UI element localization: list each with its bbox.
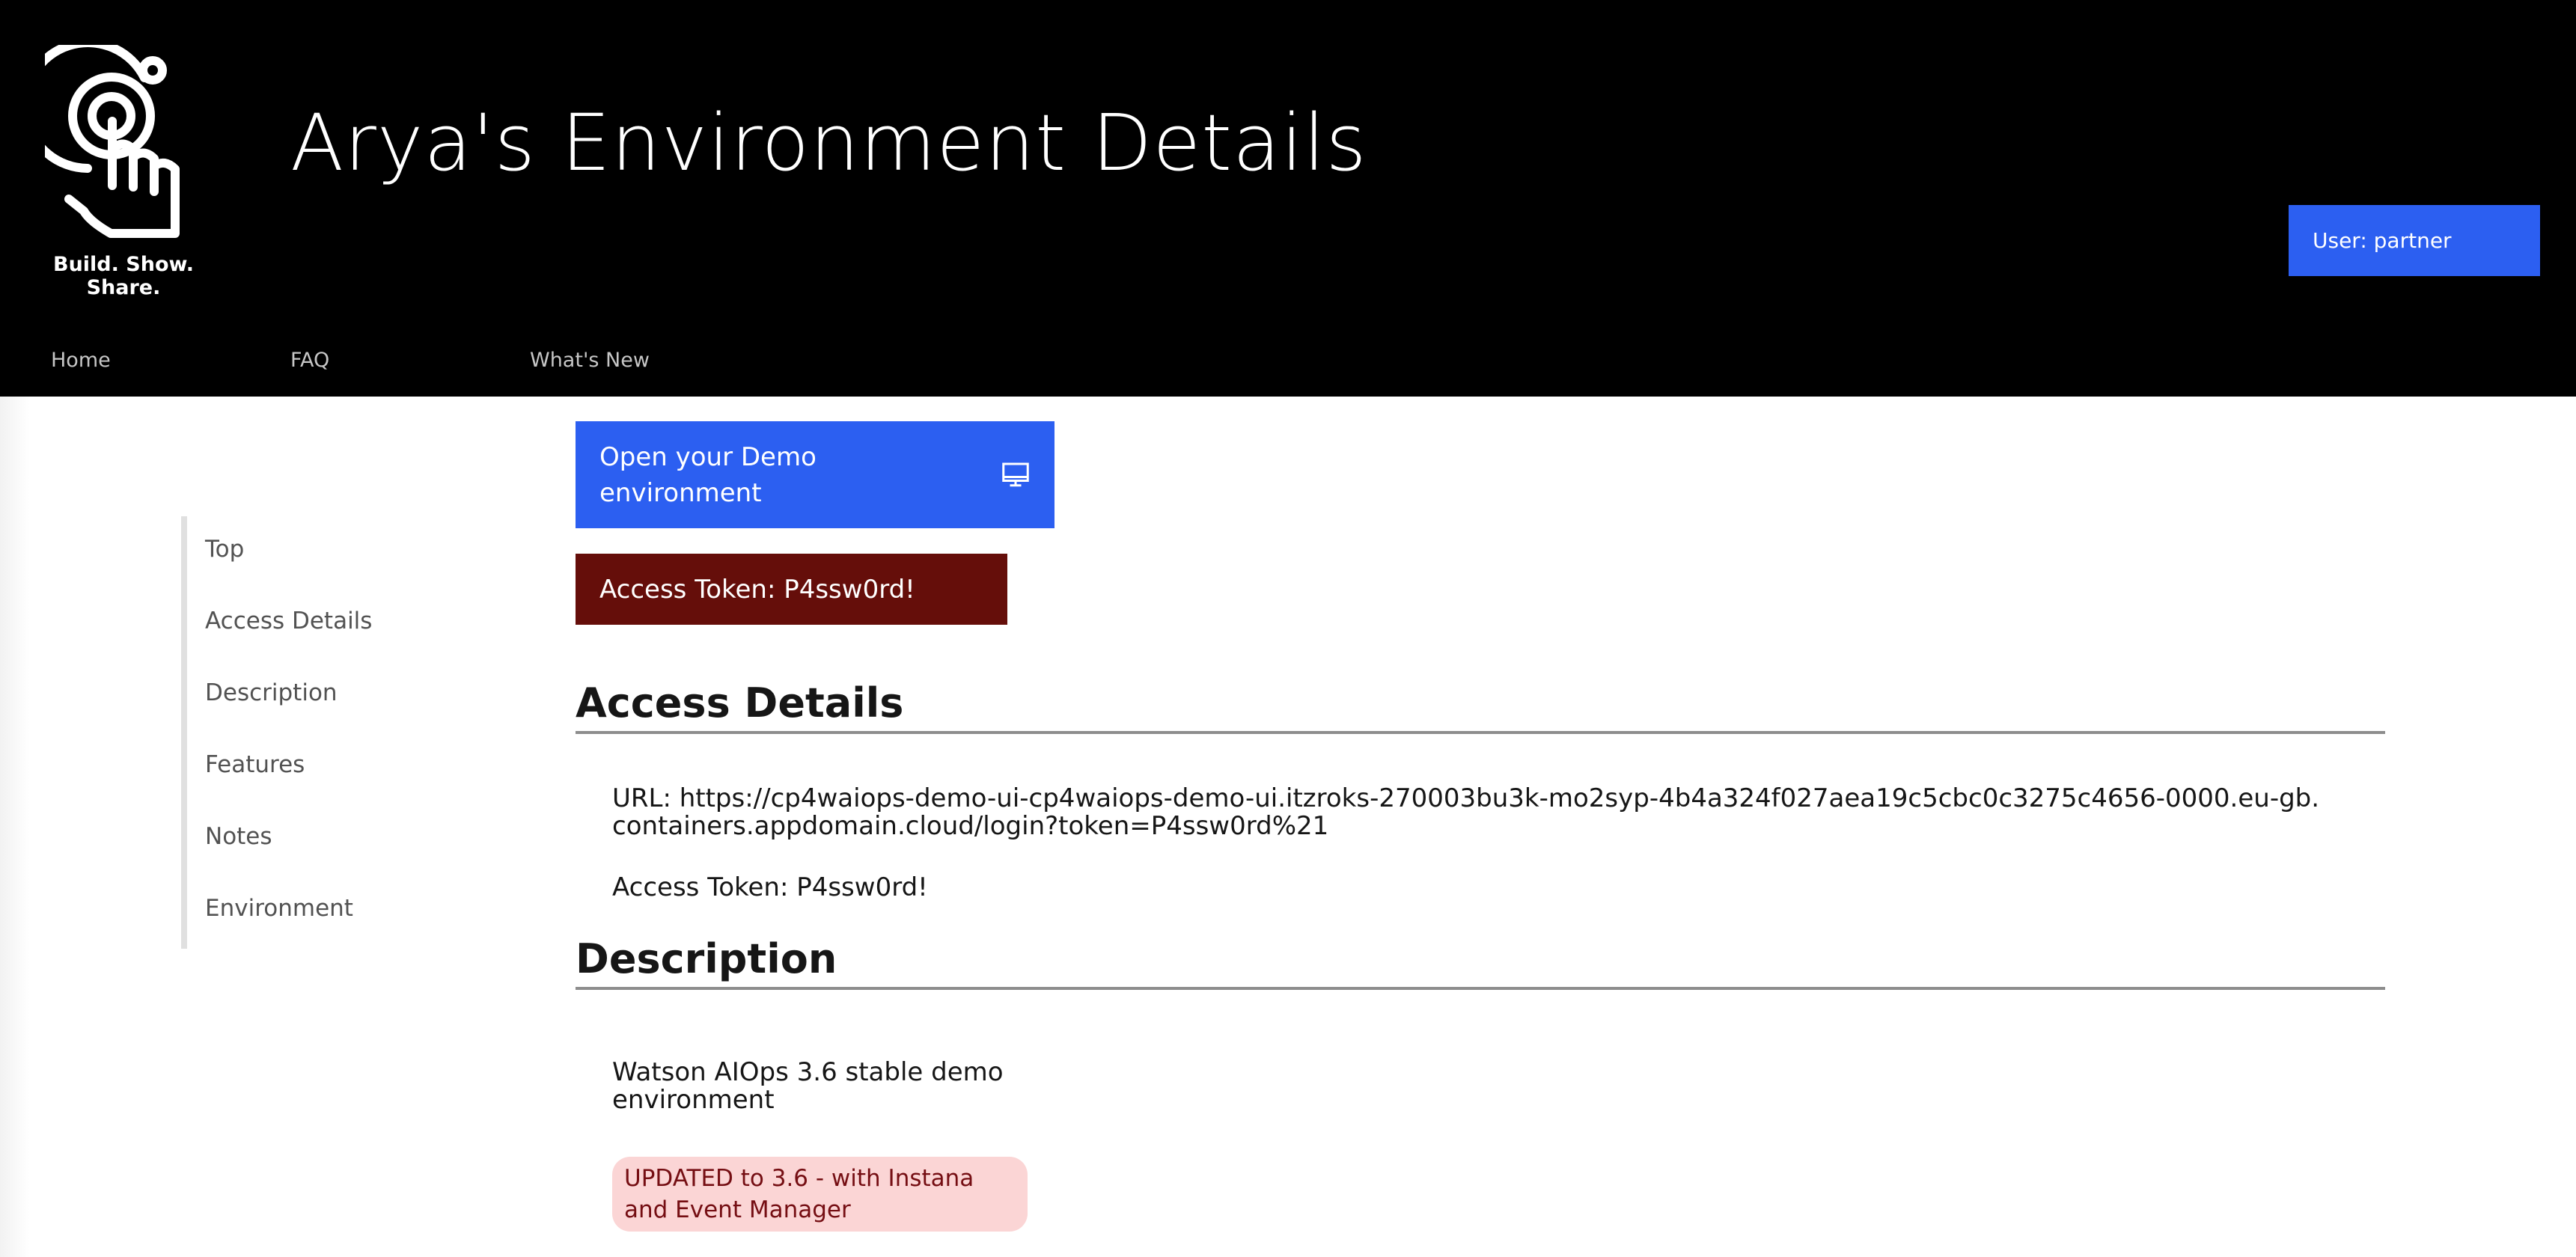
description-heading: Description bbox=[576, 935, 2385, 990]
left-edge-shade bbox=[0, 397, 30, 1257]
logo[interactable]: Build. Show. Share. bbox=[22, 45, 225, 299]
nav-faq-link[interactable]: FAQ bbox=[290, 349, 329, 372]
nav-home-link[interactable]: Home bbox=[51, 349, 111, 372]
page-title: Arya's Environment Details bbox=[290, 97, 1367, 189]
toc-item-notes[interactable]: Notes bbox=[205, 823, 272, 850]
toc-item-features[interactable]: Features bbox=[205, 751, 305, 778]
table-of-contents: Top Access Details Description Features … bbox=[181, 516, 406, 949]
open-demo-button[interactable]: Open your Demo environment bbox=[576, 421, 1054, 528]
toc-item-access-details[interactable]: Access Details bbox=[205, 608, 372, 634]
user-menu-button[interactable]: User: partner bbox=[2289, 205, 2540, 276]
nav-whats-new-link[interactable]: What's New bbox=[530, 349, 650, 372]
open-demo-button-label: Open your Demo environment bbox=[599, 442, 817, 508]
access-token-banner: Access Token: P4ssw0rd! bbox=[576, 554, 1007, 625]
update-tag: UPDATED to 3.6 - with Instana and Event … bbox=[612, 1157, 1028, 1232]
access-details-heading: Access Details bbox=[576, 679, 2385, 734]
site-header: Build. Show. Share. Arya's Environment D… bbox=[0, 0, 2576, 397]
toc-item-top[interactable]: Top bbox=[205, 536, 244, 563]
access-token-text: Access Token: P4ssw0rd! bbox=[612, 872, 928, 902]
access-url-text: URL: https://cp4waiops-demo-ui-cp4waiops… bbox=[612, 783, 2320, 841]
touch-target-logo-icon bbox=[45, 45, 180, 238]
logo-tagline: Build. Show. Share. bbox=[53, 253, 194, 299]
description-text: Watson AIOps 3.6 stable demo environment bbox=[612, 1057, 1004, 1115]
toc-item-environment[interactable]: Environment bbox=[205, 895, 353, 922]
toc-item-description[interactable]: Description bbox=[205, 679, 338, 706]
monitor-icon bbox=[1002, 462, 1029, 487]
